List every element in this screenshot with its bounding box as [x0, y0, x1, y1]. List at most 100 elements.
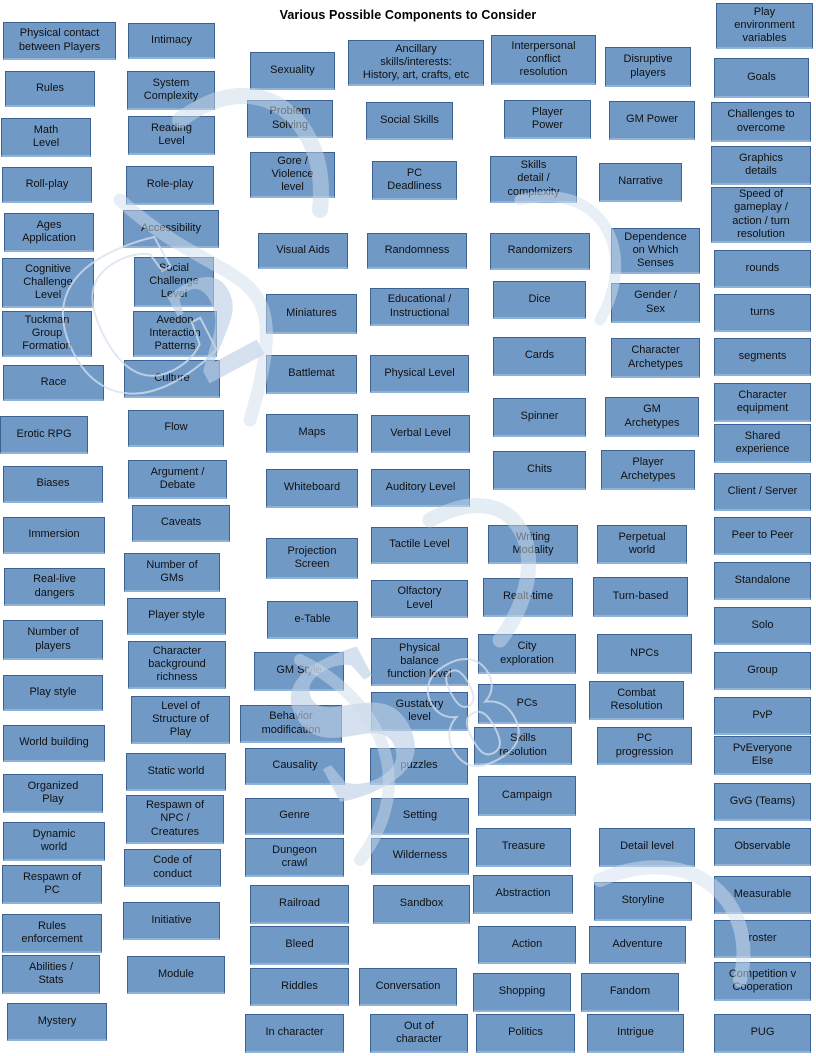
component-box[interactable]: Genre	[245, 798, 344, 835]
component-box[interactable]: Avedon Interaction Patterns	[133, 311, 217, 357]
component-box[interactable]: World building	[3, 725, 105, 762]
component-box[interactable]: Skills resolution	[474, 727, 572, 765]
component-box[interactable]: Rules enforcement	[2, 914, 102, 953]
component-box[interactable]: Gustatory level	[371, 692, 468, 731]
component-box[interactable]: Roll-play	[2, 167, 92, 203]
component-box[interactable]: Sandbox	[373, 885, 470, 924]
component-box[interactable]: Race	[3, 365, 104, 401]
component-box[interactable]: Physical contact between Players	[3, 22, 116, 60]
component-box[interactable]: Mystery	[7, 1003, 107, 1041]
component-box[interactable]: Graphics details	[711, 146, 811, 185]
component-box[interactable]: Caveats	[132, 505, 230, 542]
component-box[interactable]: puzzles	[370, 748, 468, 785]
component-box[interactable]: Storyline	[594, 882, 692, 921]
component-box[interactable]: Competition v Cooperation	[714, 962, 811, 1001]
component-box[interactable]: Realt-time	[483, 578, 573, 617]
component-box[interactable]: Number of GMs	[124, 553, 220, 592]
component-box[interactable]: Measurable	[714, 876, 811, 914]
component-box[interactable]: Spinner	[493, 398, 586, 437]
component-box[interactable]: Group	[714, 652, 811, 690]
component-box[interactable]: Solo	[714, 607, 811, 645]
component-box[interactable]: Auditory Level	[371, 469, 470, 507]
component-box[interactable]: Speed of gameplay / action / turn resolu…	[711, 187, 811, 243]
component-box[interactable]: Gender / Sex	[611, 283, 700, 323]
component-box[interactable]: e-Table	[267, 601, 358, 639]
component-box[interactable]: Campaign	[478, 776, 576, 816]
component-box[interactable]: Adventure	[589, 926, 686, 964]
component-box[interactable]: Biases	[3, 466, 103, 503]
component-box[interactable]: Organized Play	[3, 774, 103, 813]
component-box[interactable]: Gore / Violence level	[250, 152, 335, 198]
component-box[interactable]: Social Skills	[366, 102, 453, 140]
component-box[interactable]: Sexuality	[250, 52, 335, 90]
component-box[interactable]: Out of character	[370, 1014, 468, 1053]
component-box[interactable]: Tuckman Group Formation	[2, 311, 92, 357]
component-box[interactable]: Social Challenge Level	[134, 257, 214, 307]
component-box[interactable]: Combat Resolution	[589, 681, 684, 720]
component-box[interactable]: Intimacy	[128, 23, 215, 59]
component-box[interactable]: Role-play	[126, 166, 214, 205]
component-box[interactable]: GvG (Teams)	[714, 783, 811, 821]
component-box[interactable]: System Complexity	[127, 71, 215, 110]
component-box[interactable]: Static world	[126, 753, 226, 791]
component-box[interactable]: segments	[714, 338, 811, 376]
component-box[interactable]: PC Deadliness	[372, 161, 457, 200]
component-box[interactable]: Dungeon crawl	[245, 838, 344, 877]
component-box[interactable]: Randomizers	[490, 233, 590, 270]
component-box[interactable]: Detail level	[599, 828, 695, 867]
component-box[interactable]: Treasure	[476, 828, 571, 867]
component-box[interactable]: Problem Solving	[247, 100, 333, 138]
component-box[interactable]: Perpetual world	[597, 525, 687, 564]
component-box[interactable]: Accessibility	[123, 210, 219, 248]
component-box[interactable]: Erotic RPG	[0, 416, 88, 454]
component-box[interactable]: Causality	[245, 748, 345, 785]
component-box[interactable]: Maps	[266, 414, 358, 453]
component-box[interactable]: Behavior modification	[240, 705, 342, 743]
component-box[interactable]: In character	[245, 1014, 344, 1053]
component-box[interactable]: Level of Structure of Play	[131, 696, 230, 744]
component-box[interactable]: Chits	[493, 451, 586, 490]
component-box[interactable]: Shared experience	[714, 424, 811, 463]
component-box[interactable]: Argument / Debate	[128, 460, 227, 499]
component-box[interactable]: Flow	[128, 410, 224, 447]
component-box[interactable]: Wilderness	[371, 838, 469, 875]
component-box[interactable]: rounds	[714, 250, 811, 288]
component-box[interactable]: Intrigue	[587, 1014, 684, 1053]
component-box[interactable]: Initiative	[123, 902, 220, 940]
component-box[interactable]: Educational / Instructional	[370, 288, 469, 326]
component-box[interactable]: Client / Server	[714, 473, 811, 511]
component-box[interactable]: Number of players	[3, 620, 103, 660]
component-box[interactable]: GM Style	[254, 652, 344, 691]
component-box[interactable]: Projection Screen	[266, 538, 358, 579]
component-box[interactable]: Setting	[371, 798, 469, 835]
component-box[interactable]: Politics	[476, 1014, 575, 1053]
component-box[interactable]: Respawn of NPC / Creatures	[126, 795, 224, 844]
component-box[interactable]: Cards	[493, 337, 586, 376]
component-box[interactable]: Whiteboard	[266, 469, 358, 508]
component-box[interactable]: Character equipment	[714, 383, 811, 422]
component-box[interactable]: Player style	[127, 598, 226, 635]
component-box[interactable]: Visual Aids	[258, 233, 348, 269]
component-box[interactable]: Ages Application	[4, 213, 94, 252]
component-box[interactable]: Randomness	[367, 233, 467, 269]
component-box[interactable]: Standalone	[714, 562, 811, 600]
component-box[interactable]: Fandom	[581, 973, 679, 1012]
component-box[interactable]: Goals	[714, 58, 809, 98]
component-box[interactable]: Player Archetypes	[601, 450, 695, 490]
component-box[interactable]: Immersion	[3, 517, 105, 554]
component-box[interactable]: Abstraction	[473, 875, 573, 914]
component-box[interactable]: Culture	[124, 360, 220, 398]
component-box[interactable]: Riddles	[250, 968, 349, 1006]
component-box[interactable]: Reading Level	[128, 116, 215, 155]
component-box[interactable]: Physical balance function level	[371, 638, 468, 686]
component-box[interactable]: Math Level	[1, 118, 91, 157]
component-box[interactable]: Railroad	[250, 885, 349, 924]
component-box[interactable]: Tactile Level	[371, 527, 468, 564]
component-box[interactable]: PvEveryone Else	[714, 736, 811, 775]
component-box[interactable]: Dependence on Which Senses	[611, 228, 700, 274]
component-box[interactable]: Rules	[5, 71, 95, 107]
component-box[interactable]: Dice	[493, 281, 586, 319]
component-box[interactable]: Dynamic world	[3, 822, 105, 861]
component-box[interactable]: Player Power	[504, 100, 591, 139]
component-box[interactable]: Play style	[3, 675, 103, 711]
